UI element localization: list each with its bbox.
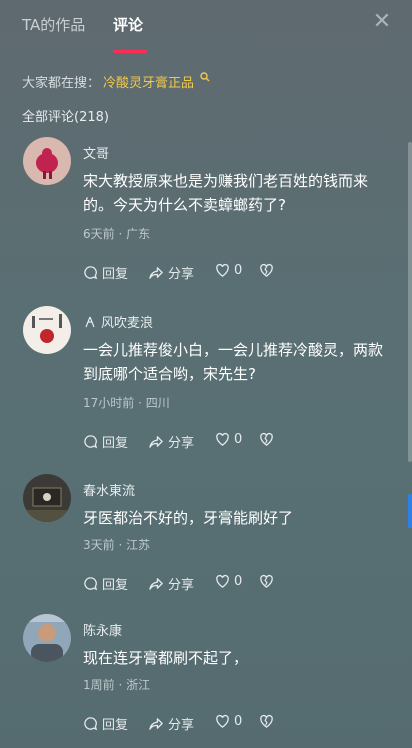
dislike-button[interactable]: [259, 432, 274, 447]
reply-button[interactable]: 回复: [83, 714, 128, 733]
search-link[interactable]: 冷酸灵牙膏正品: [103, 76, 194, 91]
reply-icon: [84, 266, 98, 280]
reply-label: 回复: [102, 267, 129, 282]
share-button[interactable]: 分享: [149, 263, 194, 282]
avatar[interactable]: [23, 474, 71, 522]
tab-works[interactable]: TA的作品: [22, 14, 85, 35]
comment-author[interactable]: 陈永康: [83, 620, 122, 639]
edge-handle[interactable]: [408, 494, 412, 528]
broken-heart-icon: [260, 432, 273, 446]
share-icon: [149, 436, 163, 448]
avatar[interactable]: [23, 306, 71, 354]
broken-heart-icon: [260, 263, 273, 277]
reply-button[interactable]: 回复: [83, 432, 128, 451]
heart-icon: [216, 714, 229, 728]
like-count: 0: [234, 432, 243, 447]
dislike-button[interactable]: [259, 714, 274, 729]
share-label: 分享: [168, 436, 195, 451]
reply-icon: [84, 717, 98, 731]
comment-author[interactable]: 春水東流: [83, 480, 135, 499]
heart-icon: [216, 574, 229, 588]
dislike-button[interactable]: [259, 263, 274, 278]
reply-icon: [84, 435, 98, 449]
like-button[interactable]: 0: [215, 432, 242, 447]
comment-author[interactable]: 风吹麦浪: [83, 312, 153, 331]
comment-meta: 17小时前 · 四川: [83, 396, 170, 410]
like-button[interactable]: 0: [215, 574, 242, 589]
reply-button[interactable]: 回复: [83, 574, 128, 593]
reply-label: 回复: [102, 578, 129, 593]
scrollbar[interactable]: [408, 142, 412, 462]
avatar[interactable]: [23, 137, 71, 185]
reply-label: 回复: [102, 718, 129, 733]
comment-author-name: 风吹麦浪: [101, 316, 154, 331]
like-count: 0: [234, 574, 243, 589]
wheat-icon: [85, 316, 95, 328]
comment-text: 一会儿推荐俊小白，一会儿推荐冷酸灵，两款到底哪个适合哟，宋先生?: [83, 341, 384, 383]
comment-text: 牙医都治不好的，牙膏能刷好了: [83, 509, 294, 527]
comment-text: 现在连牙膏都刷不起了，: [83, 649, 249, 667]
top-bar: TA的作品 评论 ✕: [0, 0, 412, 56]
share-button[interactable]: 分享: [149, 432, 194, 451]
dislike-button[interactable]: [259, 574, 274, 589]
share-button[interactable]: 分享: [149, 574, 194, 593]
comment-meta: 1周前 · 浙江: [83, 678, 151, 692]
reply-label: 回复: [102, 436, 129, 451]
like-count: 0: [234, 714, 243, 729]
trending-search: 大家都在搜： 冷酸灵牙膏正品: [22, 72, 210, 91]
reply-button[interactable]: 回复: [83, 263, 128, 282]
comment-meta: 6天前 · 广东: [83, 227, 151, 241]
like-count: 0: [234, 263, 243, 278]
share-icon: [149, 267, 163, 279]
broken-heart-icon: [260, 714, 273, 728]
share-icon: [149, 718, 163, 730]
search-prefix: 大家都在搜：: [22, 76, 101, 91]
heart-icon: [216, 263, 229, 277]
search-icon[interactable]: [200, 72, 210, 82]
close-icon[interactable]: ✕: [370, 10, 394, 34]
tab-comments[interactable]: 评论: [113, 14, 143, 35]
broken-heart-icon: [260, 574, 273, 588]
like-button[interactable]: 0: [215, 263, 242, 278]
reply-icon: [84, 577, 98, 591]
avatar[interactable]: [23, 614, 71, 662]
share-icon: [149, 578, 163, 590]
comment-count: 全部评论(218): [22, 110, 109, 125]
share-label: 分享: [168, 718, 195, 733]
comment-meta: 3天前 · 江苏: [83, 538, 151, 552]
share-button[interactable]: 分享: [149, 714, 194, 733]
active-tab-indicator: [113, 50, 147, 53]
comment-author[interactable]: 文哥: [83, 143, 109, 162]
comment-text: 宋大教授原来也是为赚我们老百姓的钱而来的。今天为什么不卖蟑螂药了?: [83, 172, 369, 214]
share-label: 分享: [168, 267, 195, 282]
share-label: 分享: [168, 578, 195, 593]
like-button[interactable]: 0: [215, 714, 242, 729]
heart-icon: [216, 432, 229, 446]
